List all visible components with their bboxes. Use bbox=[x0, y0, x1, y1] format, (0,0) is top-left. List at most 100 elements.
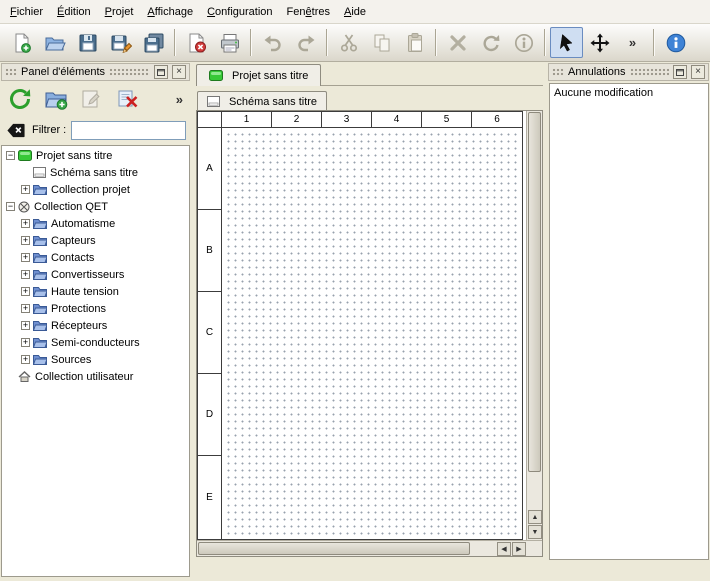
row-label: D bbox=[198, 374, 221, 456]
tree-item-label: Convertisseurs bbox=[51, 269, 128, 281]
redo-button[interactable] bbox=[289, 27, 322, 58]
expander-minus-icon[interactable]: − bbox=[6, 151, 15, 160]
float-panel-button[interactable] bbox=[673, 65, 687, 79]
tree-item-protections[interactable]: + Protections bbox=[2, 300, 189, 317]
new-document-button[interactable] bbox=[5, 27, 38, 58]
tree-item-label: Collection QET bbox=[34, 201, 112, 213]
menu-affichage[interactable]: Affichage bbox=[140, 2, 200, 22]
clear-filter-icon bbox=[6, 121, 26, 140]
tree-item-contacts[interactable]: +Contacts bbox=[2, 249, 189, 266]
about-info-button[interactable] bbox=[659, 27, 692, 58]
expander-plus-icon[interactable]: + bbox=[21, 355, 30, 364]
scroll-up-button[interactable]: ▲ bbox=[528, 510, 542, 524]
move-scene-button[interactable] bbox=[583, 27, 616, 58]
column-label: 1 bbox=[222, 112, 272, 127]
scroll-left-button[interactable]: ◀ bbox=[497, 542, 511, 556]
tree-item-automatisme[interactable]: +Automatisme bbox=[2, 215, 189, 232]
undo-button[interactable] bbox=[256, 27, 289, 58]
expander-plus-icon[interactable]: + bbox=[21, 236, 30, 245]
tree-item-label: Protections bbox=[51, 303, 110, 315]
tree-item-sources[interactable]: +Sources bbox=[2, 351, 189, 368]
project-icon bbox=[18, 150, 32, 162]
expander-plus-icon[interactable]: + bbox=[21, 270, 30, 279]
menu-projet[interactable]: Projet bbox=[98, 2, 141, 22]
tree-item-collection-projet[interactable]: +Collection projet bbox=[2, 181, 189, 198]
vertical-scrollbar[interactable]: ▲ ▼ bbox=[526, 111, 542, 540]
menu-fenetres[interactable]: Fenêtres bbox=[280, 2, 337, 22]
float-panel-button[interactable] bbox=[154, 65, 168, 79]
workspace: Projet sans titre Schéma sans titre 1234… bbox=[191, 62, 547, 581]
delete-element-button[interactable] bbox=[113, 84, 143, 114]
save-all-button[interactable] bbox=[137, 27, 170, 58]
element-info-button[interactable] bbox=[507, 27, 540, 58]
close-panel-button[interactable]: × bbox=[172, 65, 186, 79]
elements-panel-header[interactable]: Panel d'éléments × bbox=[1, 63, 190, 81]
clear-filter-button[interactable] bbox=[5, 120, 27, 140]
rotate-button[interactable] bbox=[474, 27, 507, 58]
toolbar-separator bbox=[326, 29, 328, 56]
copy-button[interactable] bbox=[365, 27, 398, 58]
expander-plus-icon[interactable]: + bbox=[21, 304, 30, 313]
drag-handle-icon[interactable] bbox=[630, 68, 670, 76]
save-button[interactable] bbox=[71, 27, 104, 58]
filter-input[interactable] bbox=[71, 121, 186, 140]
vscroll-thumb[interactable] bbox=[528, 112, 541, 472]
tree-item-convertisseurs[interactable]: + Convertisseurs bbox=[2, 266, 189, 283]
drag-handle-icon[interactable] bbox=[552, 68, 564, 76]
tab-project[interactable]: Projet sans titre bbox=[196, 64, 321, 86]
scroll-right-button[interactable]: ▶ bbox=[512, 542, 526, 556]
menu-edition[interactable]: Édition bbox=[50, 2, 98, 22]
tree-item-collection-qet[interactable]: − Collection QET bbox=[2, 198, 189, 215]
tree-item-schema-sans-titre[interactable]: Schéma sans titre bbox=[2, 164, 189, 181]
drag-handle-icon[interactable] bbox=[5, 68, 17, 76]
overflow-chevron-button[interactable]: » bbox=[616, 27, 649, 58]
column-ruler: 123456 bbox=[222, 112, 522, 128]
row-label: B bbox=[198, 210, 221, 292]
expander-plus-icon[interactable]: + bbox=[21, 185, 30, 194]
reload-collections-button[interactable] bbox=[5, 84, 35, 114]
menu-configuration[interactable]: Configuration bbox=[200, 2, 279, 22]
tree-item-collection-utilisateur[interactable]: Collection utilisateur bbox=[2, 368, 189, 385]
menu-fichier[interactable]: Fichier bbox=[3, 2, 50, 22]
expander-plus-icon[interactable]: + bbox=[21, 219, 30, 228]
diagram-canvas[interactable]: 123456 ABCDE bbox=[197, 111, 526, 540]
toolbar-separator bbox=[544, 29, 546, 56]
close-file-button[interactable] bbox=[180, 27, 213, 58]
print-button[interactable] bbox=[213, 27, 246, 58]
delete-button[interactable] bbox=[441, 27, 474, 58]
cut-button[interactable] bbox=[332, 27, 365, 58]
undo-panel-header[interactable]: Annulations × bbox=[548, 63, 709, 81]
expander-plus-icon[interactable]: + bbox=[21, 253, 30, 262]
menu-aide[interactable]: Aide bbox=[337, 2, 373, 22]
expander-plus-icon[interactable]: + bbox=[21, 338, 30, 347]
vscroll-track[interactable] bbox=[528, 472, 541, 509]
tree-item-capteurs[interactable]: +Capteurs bbox=[2, 232, 189, 249]
expander-plus-icon[interactable]: + bbox=[21, 321, 30, 330]
horizontal-scrollbar[interactable]: ◀ ▶ bbox=[197, 540, 542, 556]
tree-item-recepteurs[interactable]: +Récepteurs bbox=[2, 317, 189, 334]
tree-item-haute-tension[interactable]: +Haute tension bbox=[2, 283, 189, 300]
save-as-button[interactable] bbox=[104, 27, 137, 58]
drag-handle-icon[interactable] bbox=[109, 68, 150, 76]
element-tree[interactable]: −Projet sans titreSchéma sans titre+Coll… bbox=[1, 145, 190, 577]
column-label: 5 bbox=[422, 112, 472, 127]
hscroll-track[interactable] bbox=[470, 542, 496, 555]
edit-element-button[interactable] bbox=[77, 84, 107, 114]
tree-item-semi-conducteurs[interactable]: +Semi-conducteurs bbox=[2, 334, 189, 351]
close-panel-button[interactable]: × bbox=[691, 65, 705, 79]
tree-item-projet-sans-titre[interactable]: −Projet sans titre bbox=[2, 147, 189, 164]
paste-button[interactable] bbox=[398, 27, 431, 58]
project-icon bbox=[209, 70, 223, 82]
scroll-down-button[interactable]: ▼ bbox=[528, 525, 542, 539]
open-folder-button[interactable] bbox=[38, 27, 71, 58]
tab-schema[interactable]: Schéma sans titre bbox=[197, 91, 327, 111]
column-label: 2 bbox=[272, 112, 322, 127]
menubar: FichierÉditionProjetAffichageConfigurati… bbox=[0, 0, 710, 24]
expander-plus-icon[interactable]: + bbox=[21, 287, 30, 296]
hscroll-thumb[interactable] bbox=[198, 542, 470, 555]
select-arrow-button[interactable] bbox=[550, 27, 583, 58]
undo-history-list[interactable]: Aucune modification bbox=[549, 83, 709, 560]
panel-overflow-button[interactable]: » bbox=[176, 92, 186, 107]
expander-minus-icon[interactable]: − bbox=[6, 202, 15, 211]
new-element-button[interactable] bbox=[41, 84, 71, 114]
